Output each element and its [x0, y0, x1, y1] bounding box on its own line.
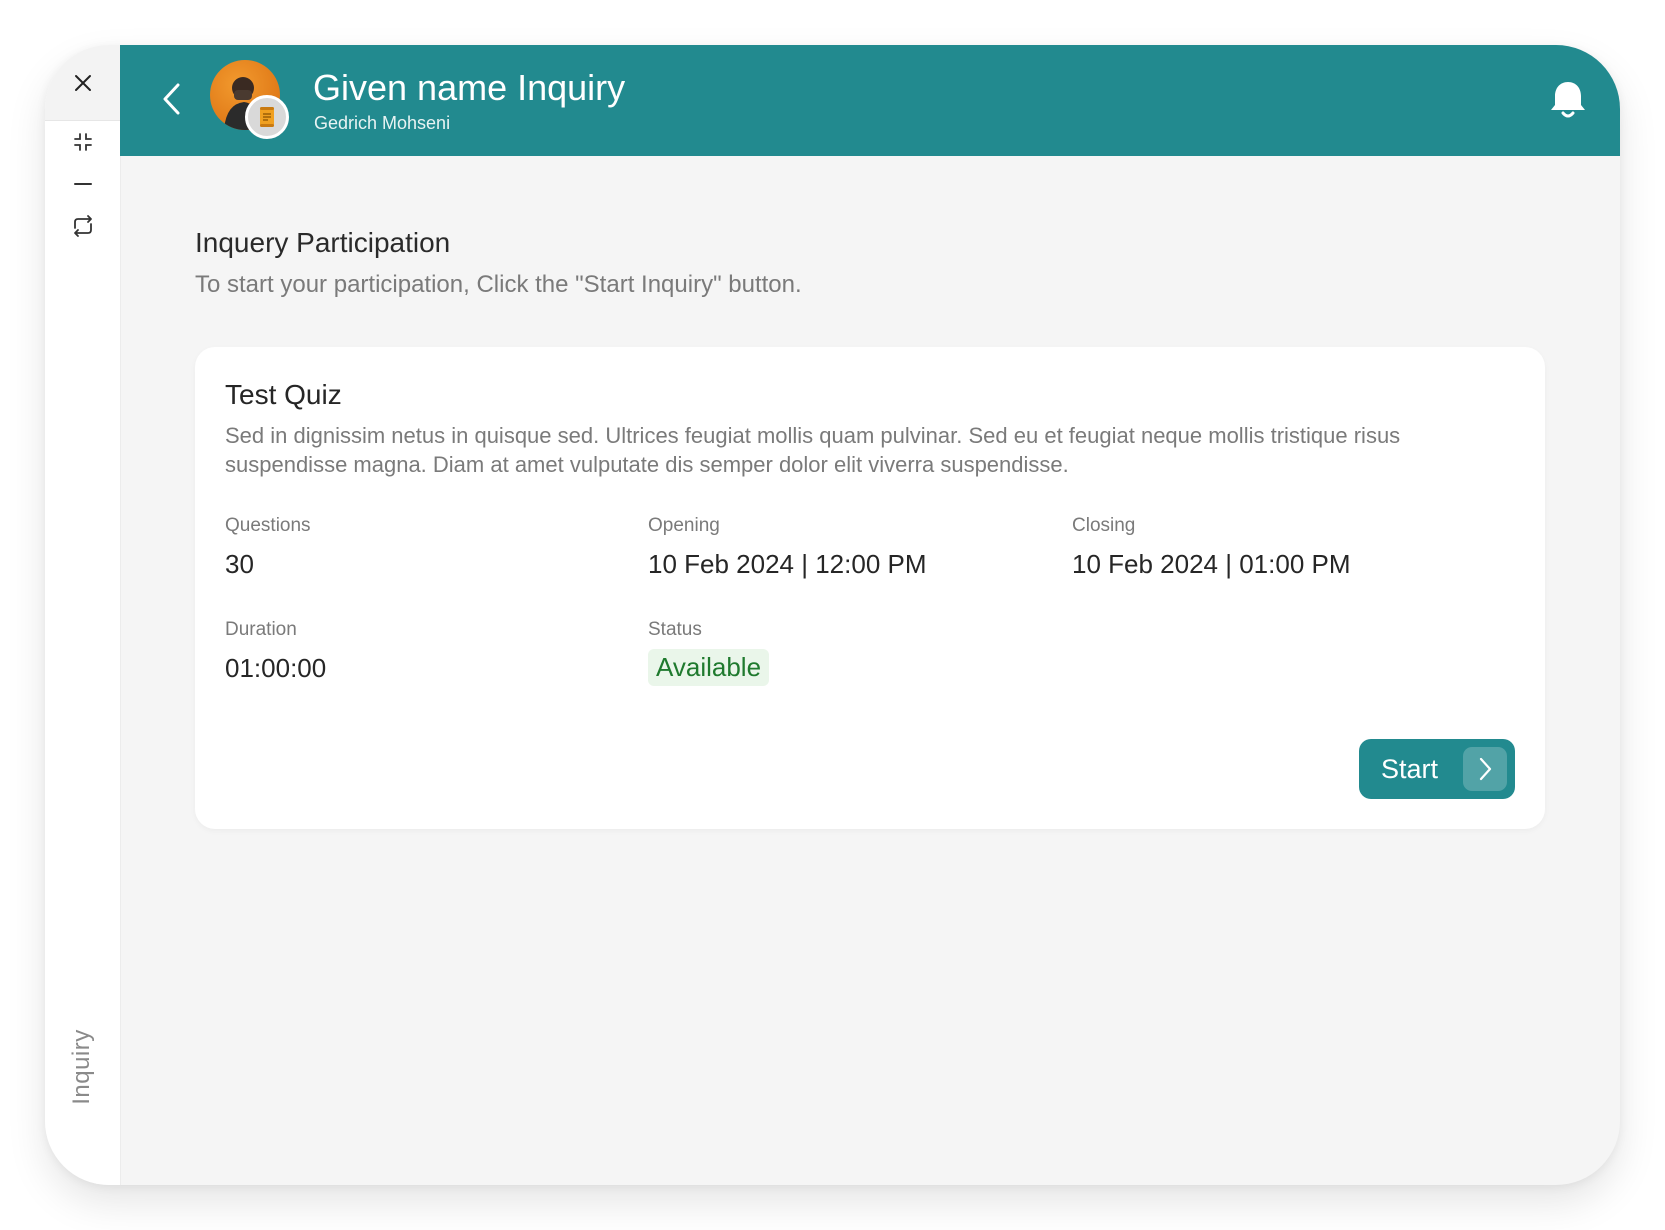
minus-icon — [73, 183, 92, 185]
duration-label: Duration — [225, 619, 297, 640]
back-button[interactable] — [152, 79, 192, 119]
rail-label: Inquiry — [68, 1029, 95, 1105]
close-button[interactable] — [45, 45, 120, 121]
opening-label: Opening — [648, 515, 720, 536]
inquiry-badge — [245, 95, 289, 139]
chevron-right-icon — [1463, 747, 1507, 791]
app-window: Inquiry Given name Inquiry Gedrich Mohse… — [45, 45, 1620, 1185]
questions-field: Questions 30 — [225, 515, 311, 580]
questions-value: 30 — [225, 549, 254, 579]
start-button[interactable]: Start — [1359, 739, 1515, 799]
header-subtitle: Gedrich Mohseni — [314, 113, 451, 133]
bell-icon — [1551, 82, 1585, 118]
opening-value: 10 Feb 2024 | 12:00 PM — [648, 549, 927, 579]
opening-field: Opening 10 Feb 2024 | 12:00 PM — [648, 515, 927, 580]
closing-field: Closing 10 Feb 2024 | 01:00 PM — [1072, 515, 1351, 580]
page-subtitle: To start your participation, Click the "… — [195, 271, 802, 298]
quiz-title: Test Quiz — [225, 379, 342, 410]
quiz-card: Test Quiz Sed in dignissim netus in quis… — [195, 347, 1545, 829]
status-field: Status Available — [648, 619, 770, 686]
exit-fullscreen-button[interactable] — [45, 122, 120, 162]
quiz-description: Sed in dignissim netus in quisque sed. U… — [225, 423, 1401, 477]
minimize-screen-icon — [73, 133, 92, 151]
questions-label: Questions — [225, 515, 311, 536]
side-rail: Inquiry — [45, 45, 121, 1185]
start-button-label: Start — [1381, 753, 1439, 784]
duration-value: 01:00:00 — [225, 653, 327, 683]
chevron-left-icon — [163, 83, 180, 115]
duration-field: Duration 01:00:00 — [225, 619, 326, 684]
status-label: Status — [648, 619, 702, 640]
minimize-button[interactable] — [45, 164, 120, 204]
header-title: Given name Inquiry — [313, 67, 626, 108]
notifications-button[interactable] — [1548, 79, 1588, 121]
refresh-button[interactable] — [45, 206, 120, 246]
closing-label: Closing — [1072, 515, 1136, 536]
page-title: Inquery Participation — [195, 227, 451, 258]
refresh-icon — [73, 215, 92, 237]
header-bar: Given name Inquiry Gedrich Mohseni — [120, 45, 1620, 156]
closing-value: 10 Feb 2024 | 01:00 PM — [1072, 549, 1351, 579]
close-icon — [74, 74, 91, 91]
status-badge: Available — [648, 649, 770, 686]
scroll-icon — [260, 107, 274, 127]
